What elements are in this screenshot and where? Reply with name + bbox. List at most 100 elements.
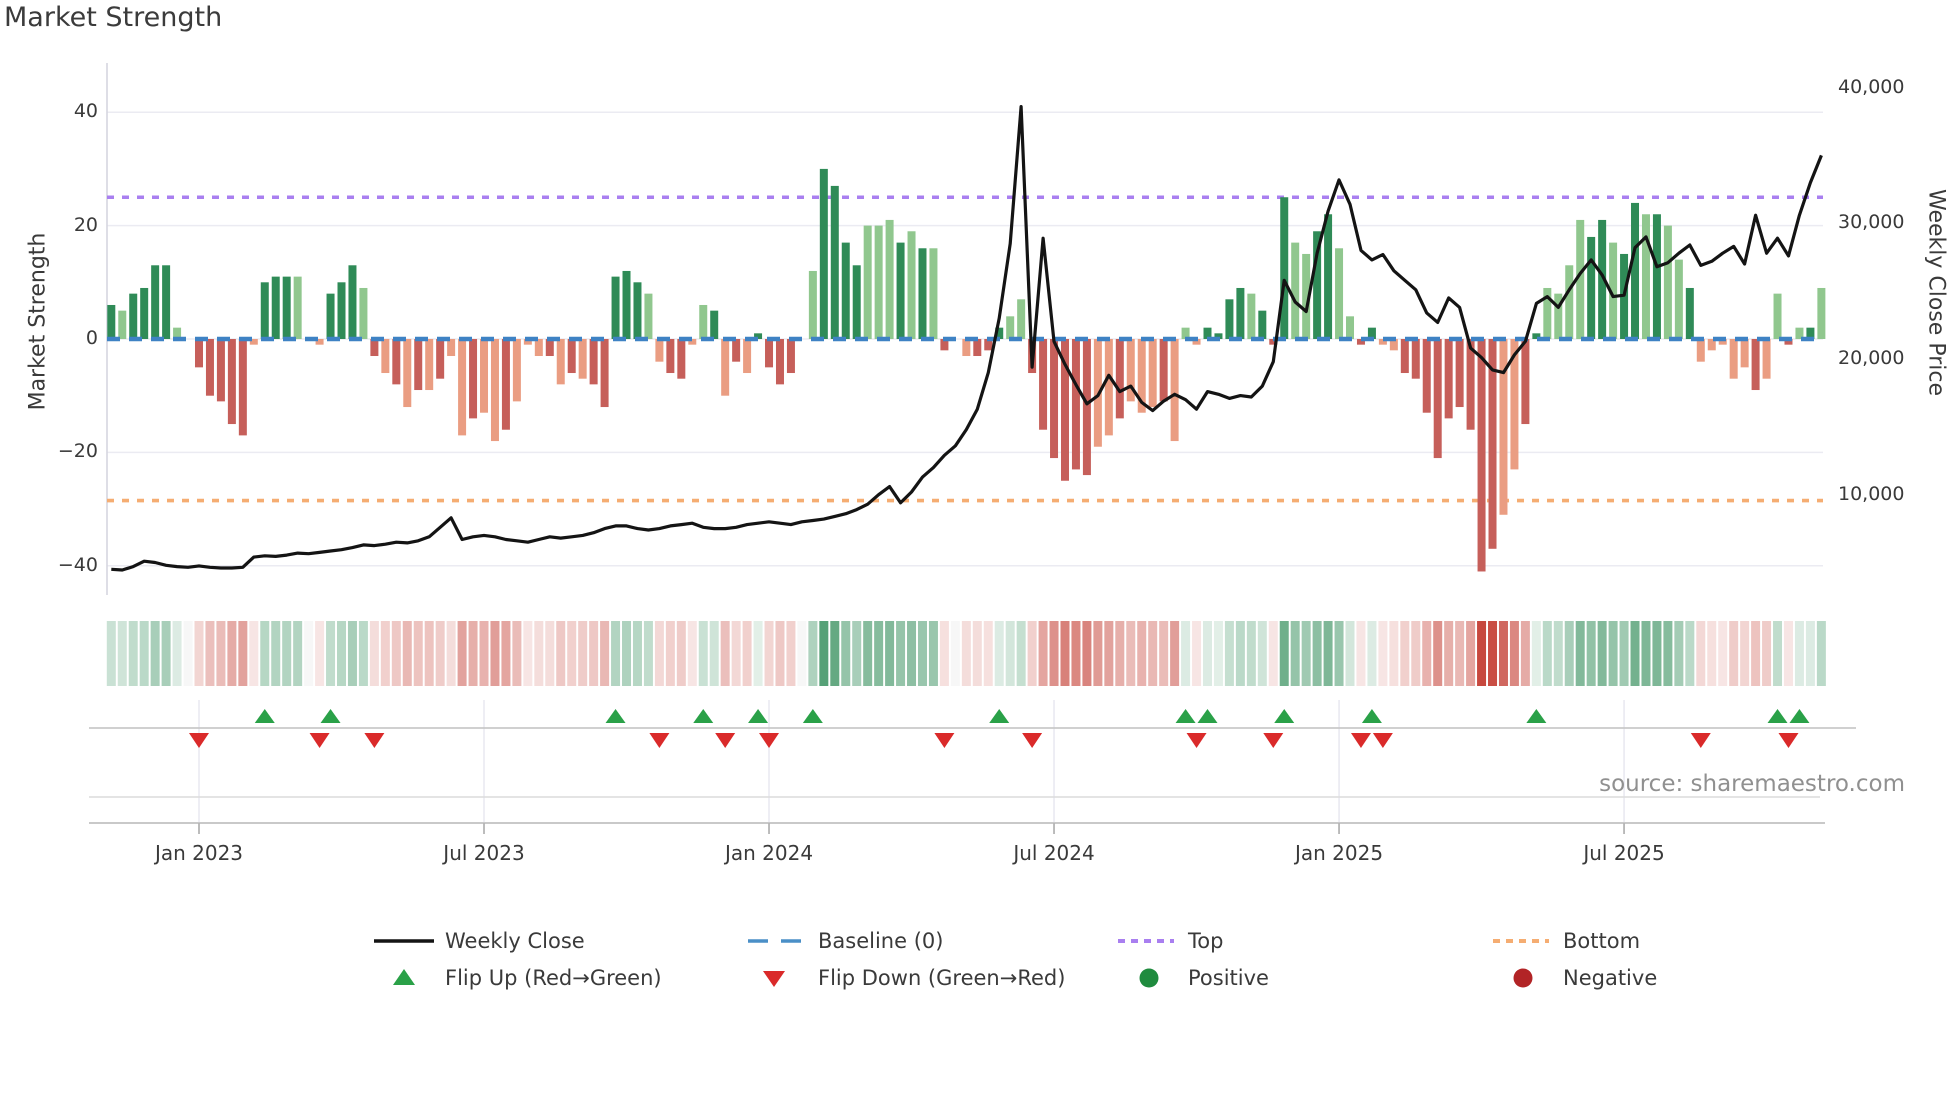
flip-up-marker bbox=[1197, 709, 1218, 723]
heatmap-cell bbox=[950, 621, 960, 686]
heatmap-cell bbox=[534, 621, 544, 686]
heatmap-cell bbox=[337, 621, 347, 686]
heatmap-cell bbox=[1159, 621, 1169, 686]
negative-bar bbox=[545, 339, 554, 357]
positive-bar bbox=[1247, 293, 1256, 339]
heatmap-cell bbox=[1597, 621, 1607, 686]
negative-bar bbox=[205, 339, 214, 396]
positive-bar bbox=[852, 265, 861, 339]
positive-bar bbox=[140, 287, 149, 339]
heatmap-cell bbox=[1509, 621, 1519, 686]
negative-bar bbox=[786, 339, 795, 374]
heatmap-cell bbox=[1181, 621, 1191, 686]
positive-bar bbox=[1631, 202, 1640, 339]
heatmap-cell bbox=[1740, 621, 1750, 686]
x-axis-tick: Jul 2023 bbox=[443, 841, 525, 865]
heatmap-cell bbox=[282, 621, 292, 686]
positive-bar bbox=[874, 225, 883, 339]
x-axis-tick: Jul 2025 bbox=[1583, 841, 1665, 865]
heatmap-cell bbox=[347, 621, 357, 686]
heatmap-cell bbox=[1378, 621, 1388, 686]
positive-bar bbox=[282, 276, 291, 339]
heatmap-cell bbox=[293, 621, 303, 686]
heatmap-cell bbox=[424, 621, 434, 686]
positive-bar bbox=[1258, 310, 1267, 339]
positive-bar bbox=[1587, 236, 1596, 339]
negative-bar bbox=[238, 339, 247, 436]
x-axis-tick: Jan 2023 bbox=[154, 841, 244, 865]
negative-bar bbox=[1455, 339, 1464, 408]
right-axis-tick: 20,000 bbox=[1838, 347, 1905, 369]
flip-down-marker bbox=[1263, 733, 1284, 748]
heatmap-cell bbox=[413, 621, 423, 686]
positive-bar bbox=[1817, 287, 1826, 339]
heatmap-cell bbox=[1082, 621, 1092, 686]
heatmap-cell bbox=[1794, 621, 1804, 686]
negative-bar bbox=[1521, 339, 1530, 425]
heatmap-cell bbox=[1389, 621, 1399, 686]
flip-up-marker bbox=[802, 709, 823, 723]
positive-bar bbox=[1346, 316, 1355, 339]
positive-bar bbox=[633, 282, 642, 339]
heatmap-cell bbox=[1235, 621, 1245, 686]
legend-flip-down: Flip Down (Green→Red) bbox=[818, 966, 1066, 990]
heatmap-cell bbox=[1630, 621, 1640, 686]
heatmap-cell bbox=[1400, 621, 1410, 686]
left-axis-tick: −20 bbox=[57, 440, 98, 463]
negative-bar bbox=[765, 339, 774, 368]
flip-down-triangle-icon bbox=[763, 971, 785, 987]
top-dotted-icon bbox=[1118, 939, 1174, 943]
heatmap-cell bbox=[841, 621, 851, 686]
legend-bottom: Bottom bbox=[1563, 929, 1641, 953]
heatmap-cell bbox=[830, 621, 840, 686]
positive-bar bbox=[1641, 214, 1650, 339]
heatmap-cell bbox=[128, 621, 138, 686]
negative-bar bbox=[743, 339, 752, 374]
negative-bar bbox=[1696, 339, 1705, 362]
heatmap-cell bbox=[961, 621, 971, 686]
heatmap-cell bbox=[117, 621, 127, 686]
flip-up-marker bbox=[1361, 709, 1382, 723]
heatmap-cell bbox=[1027, 621, 1037, 686]
negative-bar bbox=[1444, 339, 1453, 419]
heatmap-cell bbox=[150, 621, 160, 686]
positive-bar bbox=[929, 248, 938, 339]
heatmap-cell bbox=[775, 621, 785, 686]
positive-bar bbox=[830, 185, 839, 339]
heatmap-cell bbox=[380, 621, 390, 686]
heatmap-cell bbox=[326, 621, 336, 686]
heatmap-cell bbox=[1729, 621, 1739, 686]
negative-bar bbox=[677, 339, 686, 379]
negative-bar bbox=[1433, 339, 1442, 459]
heatmap-cell bbox=[523, 621, 533, 686]
heatmap-cell bbox=[1805, 621, 1815, 686]
heatmap-cell bbox=[1520, 621, 1530, 686]
positive-bar bbox=[359, 287, 368, 339]
heatmap-cell bbox=[1301, 621, 1311, 686]
heatmap-cell bbox=[1192, 621, 1202, 686]
negative-bar bbox=[600, 339, 609, 408]
baseline-dash-icon bbox=[748, 939, 801, 943]
heatmap-cell bbox=[161, 621, 171, 686]
heatmap-cell bbox=[1170, 621, 1180, 686]
positive-dot-icon bbox=[1139, 968, 1159, 988]
flip-up-marker bbox=[254, 709, 275, 723]
heatmap-cell bbox=[1696, 621, 1706, 686]
heatmap-cell bbox=[1619, 621, 1629, 686]
positive-bar bbox=[1225, 299, 1234, 339]
heatmap-cell bbox=[1652, 621, 1662, 686]
heatmap-cell bbox=[720, 621, 730, 686]
heatmap-cell bbox=[1312, 621, 1322, 686]
positive-bar bbox=[1280, 197, 1289, 339]
heatmap-cell bbox=[446, 621, 456, 686]
flip-down-marker bbox=[188, 733, 209, 748]
negative-bar bbox=[1039, 339, 1048, 430]
positive-bar bbox=[260, 282, 269, 339]
heatmap-cell bbox=[764, 621, 774, 686]
flip-down-marker bbox=[934, 733, 955, 748]
positive-bar bbox=[644, 293, 653, 339]
legend-top: Top bbox=[1188, 929, 1224, 953]
negative-bar bbox=[370, 339, 379, 357]
negative-bar bbox=[732, 339, 741, 362]
positive-bar bbox=[1335, 248, 1344, 339]
